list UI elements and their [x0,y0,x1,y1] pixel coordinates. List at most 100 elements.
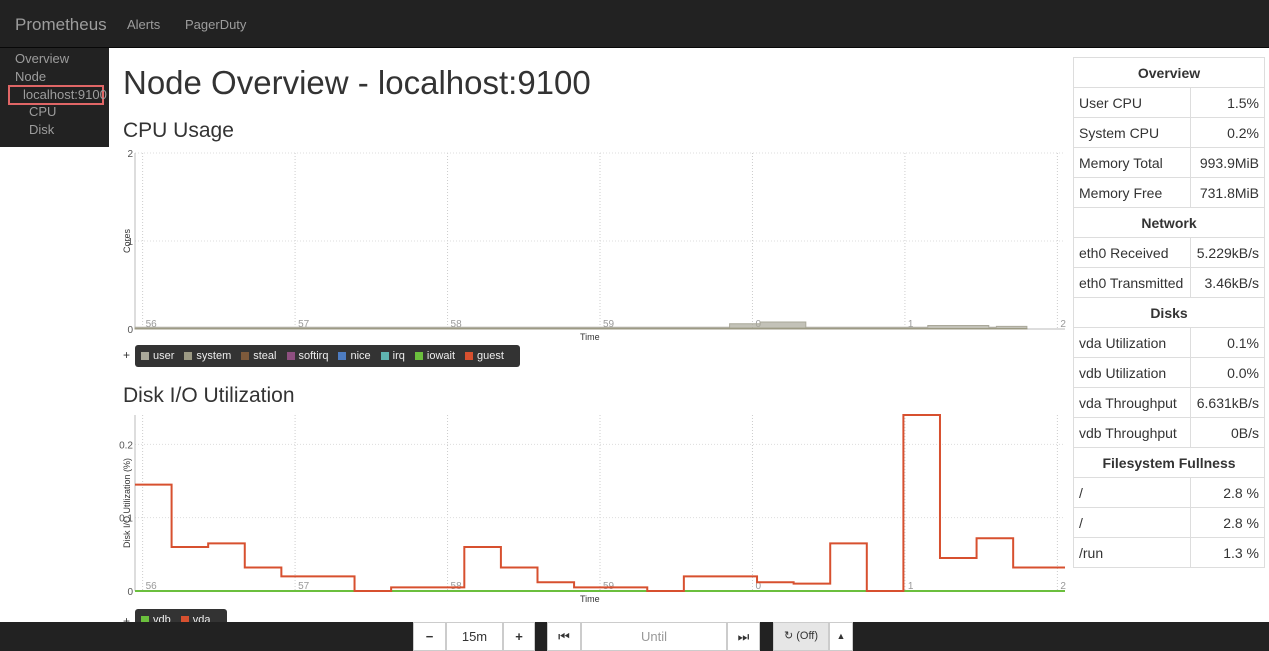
legend-item-user[interactable]: user [141,350,174,362]
legend-label: softirq [298,350,329,362]
x-axis-label: Time [580,594,600,604]
stats-value: 2.8 % [1189,507,1266,538]
legend-swatch [286,352,295,360]
legend-label: irq [392,350,405,362]
stats-row: vda Utilization 0.1% [1073,327,1266,358]
sidebar-item-disk[interactable]: Disk [29,122,54,137]
sidebar-item-localhost[interactable]: localhost:9100 [8,85,107,105]
stats-label: Memory Total [1073,147,1191,178]
stats-label: /run [1073,537,1191,568]
stats-value: 1.5% [1189,87,1266,118]
stats-value: 5.229kB/s [1189,237,1266,268]
legend-item-steal[interactable]: steal [241,350,277,362]
step-back-icon[interactable]: ⏮ [547,622,581,651]
step-forward-icon[interactable]: ⏭ [727,622,760,651]
range-increase-button[interactable]: + [503,622,535,651]
x-axis-label: Time [580,332,600,342]
y-tick-label: 0.2 [119,440,133,451]
stats-row: vdb Utilization 0.0% [1073,357,1266,388]
stats-row: Memory Total 993.9MiB [1073,147,1266,178]
disk-io-chart: 56 57 58 59 0 1 200.10.2TimeDisk I/O Utilizati… [119,414,1066,604]
stats-label: Memory Free [1073,177,1191,208]
sidebar-item-node[interactable]: Node [15,69,46,84]
legend-item-system[interactable]: system [184,350,231,362]
legend-label: guest [477,350,504,362]
stats-header-disks: Disks [1073,297,1265,328]
legend-swatch [184,352,193,360]
range-decrease-button[interactable]: − [413,622,446,651]
stats-header-filesystem: Filesystem Fullness [1073,447,1265,478]
stats-row: eth0 Transmitted 3.46kB/s [1073,267,1266,298]
page-title: Node Overview - localhost:9100 [123,64,591,101]
top-navbar: Prometheus Alerts PagerDuty [0,0,1269,48]
stats-value: 0.2% [1189,117,1266,148]
stats-label: vdb Utilization [1073,357,1191,388]
stats-row: /run 1.3 % [1073,537,1266,568]
y-axis-label: Disk I/O Utilization (%) [122,458,132,548]
legend-label: system [196,350,232,362]
stats-row: vda Throughput 6.631kB/s [1073,387,1266,418]
cpu-legend-add-button[interactable]: + [123,348,130,362]
refresh-menu-icon[interactable]: ▲ [829,622,853,651]
y-axis-label: Cores [122,229,132,254]
series-user [134,321,1028,330]
stats-value: 6.631kB/s [1189,387,1266,418]
legend-swatch [380,352,389,360]
stats-label: vda Throughput [1073,387,1191,418]
stats-label: / [1073,477,1191,508]
stats-value: 3.46kB/s [1189,267,1266,298]
y-tick-label: 2 [127,149,133,160]
until-input[interactable]: Until [581,622,727,651]
legend-swatch [338,352,347,360]
stats-table: Overview User CPU 1.5% System CPU 0.2% Memory… [1073,57,1266,568]
nav-pagerduty-link[interactable]: PagerDuty [185,17,246,32]
range-input[interactable]: 15m [446,622,503,651]
legend-label: nice [350,350,371,362]
legend-item-guest[interactable]: guest [465,350,504,362]
stats-label: vdb Throughput [1073,417,1191,448]
legend-item-nice[interactable]: nice [338,350,371,362]
legend-label: iowait [426,350,456,362]
stats-row: System CPU 0.2% [1073,117,1266,148]
cpu-usage-chart: 56575859012012TimeCores [122,149,1066,342]
nav-alerts-link[interactable]: Alerts [127,17,160,32]
stats-header-overview: Overview [1073,57,1265,88]
stats-label: System CPU [1073,117,1191,148]
legend-label: user [153,350,175,362]
stats-label: vda Utilization [1073,327,1191,358]
sidebar: Overview Node localhost:9100 CPU Disk [0,48,109,147]
y-tick-label: 0 [127,587,133,598]
stats-row: vdb Throughput 0B/s [1073,417,1266,448]
series-system [134,327,1028,330]
refresh-button[interactable]: ↻ (Off) [773,622,829,651]
legend-label: steal [253,350,277,362]
legend-item-irq[interactable]: irq [380,350,405,362]
legend-item-softirq[interactable]: softirq [286,350,329,362]
stats-label: eth0 Received [1073,237,1191,268]
legend-swatch [414,352,423,360]
y-tick-label: 0 [127,325,133,336]
sidebar-item-cpu[interactable]: CPU [29,104,56,119]
stats-label: eth0 Transmitted [1073,267,1191,298]
stats-value: 1.3 % [1189,537,1266,568]
cpu-legend: user system steal softirq nice irq iowait guest [135,345,520,367]
stats-row: User CPU 1.5% [1073,87,1266,118]
stats-value: 2.8 % [1189,477,1266,508]
stats-value: 0.1% [1189,327,1266,358]
stats-value: 0.0% [1189,357,1266,388]
stats-value: 993.9MiB [1189,147,1266,178]
stats-row: eth0 Received 5.229kB/s [1073,237,1266,268]
sidebar-item-overview[interactable]: Overview [15,51,69,66]
stats-row: /2.8 % [1073,507,1266,538]
brand-link[interactable]: Prometheus [15,15,107,35]
x-tick-label: 2 [1060,319,1066,330]
graph-controls-bar: − 15m + ⏮ Until ⏭ ↻ (Off) ▲ [0,622,1269,651]
legend-swatch [465,352,474,360]
stats-row: Memory Free 731.8MiB [1073,177,1266,208]
cpu-usage-title: CPU Usage [123,119,234,142]
stats-label: User CPU [1073,87,1191,118]
legend-item-iowait[interactable]: iowait [414,350,456,362]
legend-swatch [141,352,149,360]
stats-label: / [1073,507,1191,538]
stats-row: /2.8 % [1073,477,1266,508]
